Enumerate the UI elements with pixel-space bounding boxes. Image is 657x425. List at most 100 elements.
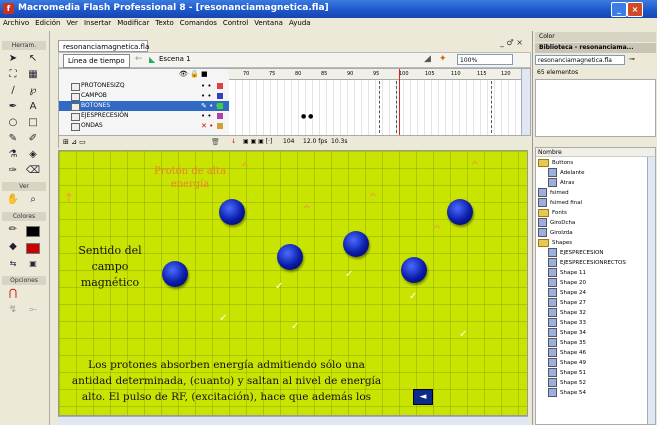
library-item[interactable]: Shape 51 (548, 368, 586, 378)
library-item[interactable]: Shape 20 (548, 278, 586, 288)
graphic-symbol-icon (548, 378, 557, 387)
back-arrow-icon[interactable]: ← (135, 54, 143, 64)
fill-color-swatch[interactable] (26, 243, 40, 254)
library-item[interactable]: Shape 46 (548, 348, 586, 358)
library-scrollbar[interactable] (647, 157, 655, 424)
eraser-tool-icon[interactable]: ⌫ (25, 164, 41, 178)
library-item[interactable]: Atras (548, 178, 574, 188)
layer-icon (71, 83, 80, 91)
library-item[interactable]: Shape 35 (548, 338, 586, 348)
snap-magnet-icon[interactable]: ⋂ (5, 287, 21, 301)
library-folder[interactable]: Shapes (538, 238, 572, 248)
library-item[interactable]: Shape 33 (548, 318, 586, 328)
eyedropper-tool-icon[interactable]: ✑ (5, 164, 21, 178)
menu-modificar[interactable]: Modificar (114, 18, 152, 27)
frame-rate: 12.0 fps (303, 138, 328, 145)
zoom-tool-icon[interactable]: ⌕ (25, 193, 41, 207)
delete-layer-icon[interactable]: 🗑 (211, 136, 220, 148)
pin-icon[interactable]: ⊸ (629, 55, 635, 63)
close-window-button[interactable]: × (627, 2, 643, 17)
layer-row[interactable]: PROTONESIZQ • • (59, 81, 229, 91)
library-item[interactable]: fsimed (538, 188, 569, 198)
library-item[interactable]: Shape 54 (548, 388, 586, 398)
document-tab[interactable]: resonanciamagnetica.fla (58, 40, 149, 52)
color-panel-header[interactable]: Color (535, 32, 656, 42)
center-frame-icon[interactable]: ↓ (231, 136, 236, 148)
library-item[interactable]: fsimed final (538, 198, 582, 208)
library-item[interactable]: Shape 27 (548, 298, 586, 308)
library-item[interactable]: GiroDcha (538, 218, 575, 228)
library-item[interactable]: Shape 11 (548, 268, 586, 278)
library-document-select[interactable]: resonanciamagnetica.fla (535, 55, 625, 65)
library-item[interactable]: Shape 24 (548, 288, 586, 298)
line-tool-icon[interactable]: ∕ (5, 84, 21, 98)
layer-row[interactable]: ONDAS ✕ • (59, 121, 229, 131)
ink-bottle-tool-icon[interactable]: ⚗ (5, 148, 21, 162)
onion-skin-icons[interactable]: ▣ ▣ ▣ [·] (243, 136, 272, 148)
hand-tool-icon[interactable]: ✋ (5, 193, 21, 207)
library-name-column[interactable]: Nombre (536, 148, 655, 157)
menu-ver[interactable]: Ver (64, 18, 81, 27)
pen-tool-icon[interactable]: ✒ (5, 100, 21, 114)
layer-row[interactable]: EJESPRECESIÓN • • (59, 111, 229, 121)
magnetic-field-label: Sentido del campo magnético (78, 244, 142, 289)
free-transform-tool-icon[interactable]: ⛶ (5, 68, 21, 82)
playhead[interactable] (399, 69, 400, 135)
library-item[interactable]: Shape 32 (548, 308, 586, 318)
swap-colors-icon[interactable]: ⇆ (5, 257, 21, 271)
fill-transform-tool-icon[interactable]: ▦ (25, 68, 41, 82)
brush-tool-icon[interactable]: ✐ (25, 132, 41, 146)
library-item[interactable]: EJESPRECESION (548, 248, 604, 258)
paint-bucket-tool-icon[interactable]: ◈ (25, 148, 41, 162)
library-item[interactable]: Adelante (548, 168, 584, 178)
default-colors-icon[interactable]: ▣ (25, 257, 41, 271)
keyframe-span (379, 81, 397, 133)
menu-archivo[interactable]: Archivo (0, 18, 32, 27)
frame-ruler[interactable]: 70 75 80 85 90 95 100 105 110 115 120 (229, 69, 521, 80)
subselection-tool-icon[interactable]: ↖ (25, 52, 41, 66)
add-layer-icon[interactable]: ⊞ ⊿ ▭ (63, 136, 86, 148)
back-nav-button[interactable]: ◄ (413, 389, 433, 405)
menu-comandos[interactable]: Comandos (177, 18, 220, 27)
library-item[interactable]: Shape 34 (548, 328, 586, 338)
smooth-option-icon[interactable]: ↯ (5, 303, 21, 317)
stroke-color-swatch[interactable] (26, 226, 40, 237)
timeline-toggle-button[interactable]: Línea de tiempo (63, 54, 130, 68)
menu-ayuda[interactable]: Ayuda (286, 18, 314, 27)
scene-icon: ◣ (149, 55, 156, 64)
library-folder[interactable]: Fonts (538, 208, 567, 218)
menu-ventana[interactable]: Ventana (251, 18, 286, 27)
pencil-tool-icon[interactable]: ✎ (5, 132, 21, 146)
menu-texto[interactable]: Texto (152, 18, 176, 27)
library-item[interactable]: GiroIzda (538, 228, 573, 238)
library-panel-header[interactable]: Biblioteca - resonanciama... (535, 43, 656, 53)
layer-row[interactable]: CAMPOB • • (59, 91, 229, 101)
selection-tool-icon[interactable]: ➤ (5, 52, 21, 66)
lasso-tool-icon[interactable]: ℘ (25, 84, 41, 98)
library-item[interactable]: Shape 49 (548, 358, 586, 368)
straighten-option-icon[interactable]: ⟜ (25, 303, 41, 317)
library-folder[interactable]: Buttons (538, 158, 573, 168)
menu-edicion[interactable]: Edición (32, 18, 63, 27)
layer-row-selected[interactable]: BOTONES ✎ • • (59, 101, 229, 111)
timeline-scrollbar[interactable] (521, 69, 530, 135)
stage-horizontal-scrollbar[interactable] (58, 416, 528, 425)
stroke-color-icon[interactable]: ✏ (5, 223, 21, 237)
edit-symbol-icon[interactable]: ✦ (439, 54, 447, 64)
edit-scene-icon[interactable]: ◢ (424, 54, 431, 64)
menu-insertar[interactable]: Insertar (81, 18, 114, 27)
stage[interactable]: Protón de alta energía ↑ ⌃ ⌃ ⌃ ⌃ ⌃ ✓ ✓ ✓… (58, 150, 528, 416)
oval-tool-icon[interactable]: ○ (5, 116, 21, 130)
menu-control[interactable]: Control (220, 18, 251, 27)
precession-tick-icon: ✓ (275, 281, 284, 292)
graphic-symbol-icon (548, 248, 557, 257)
document-window-controls[interactable]: _ ♂ × (500, 38, 530, 50)
rectangle-tool-icon[interactable]: □ (25, 116, 41, 130)
library-item[interactable]: EJESPRECESIONRECTOS (548, 258, 626, 268)
zoom-select[interactable]: 100% (457, 54, 513, 65)
text-tool-icon[interactable]: A (25, 100, 41, 114)
graphic-symbol-icon (548, 388, 557, 397)
library-item[interactable]: Shape 52 (548, 378, 586, 388)
fill-color-icon[interactable]: ◆ (5, 240, 21, 254)
minimize-button[interactable]: _ (611, 2, 627, 17)
